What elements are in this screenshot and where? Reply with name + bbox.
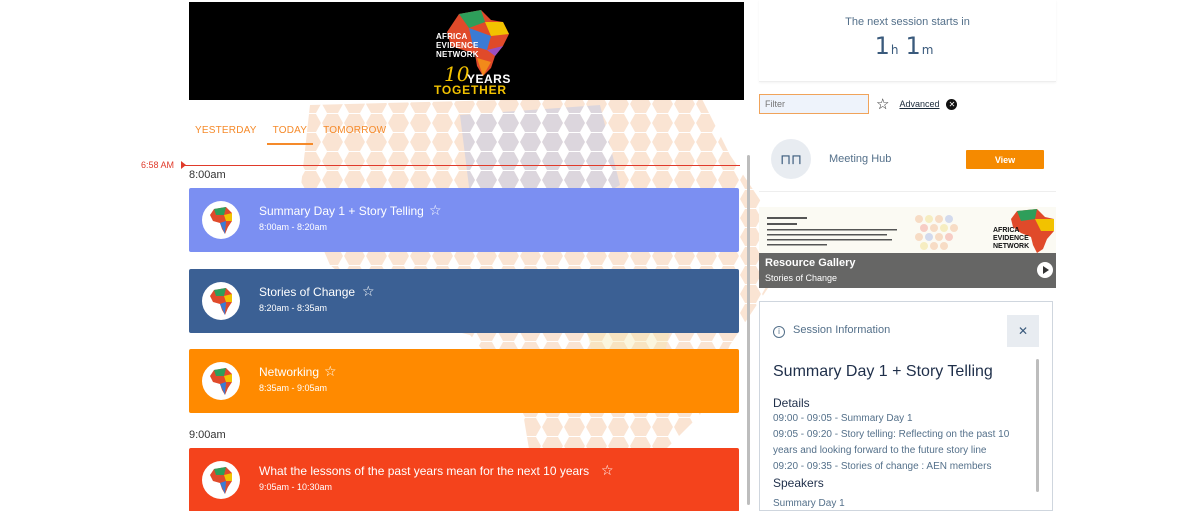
- session-title[interactable]: Summary Day 1 + Story Telling: [259, 204, 424, 218]
- day-tabs: YESTERDAY TODAY TOMORROW: [189, 122, 396, 145]
- logo-line: EVIDENCE: [436, 41, 479, 50]
- favorite-star-icon[interactable]: ☆: [324, 363, 337, 380]
- session-avatar: [202, 461, 240, 499]
- meeting-hub-view-button[interactable]: View: [966, 150, 1044, 169]
- gallery-logo-text: AFRICA EVIDENCE NETWORK: [993, 227, 1029, 251]
- gallery-logo-line: AFRICA: [993, 227, 1020, 234]
- session-avatar: [202, 362, 240, 400]
- favorite-star-icon[interactable]: ☆: [362, 283, 375, 300]
- favorite-star-icon[interactable]: ☆: [601, 462, 614, 479]
- session-info-title: Summary Day 1 + Story Telling: [773, 363, 993, 380]
- clear-filter-close-icon[interactable]: ✕: [946, 98, 958, 110]
- tab-tomorrow[interactable]: TOMORROW: [317, 122, 392, 145]
- advanced-filter-link[interactable]: Advanced: [899, 99, 939, 109]
- session-time: 8:35am - 9:05am: [259, 383, 328, 393]
- gallery-title: Resource Gallery: [765, 257, 856, 269]
- favorites-filter-star-icon[interactable]: ☆: [876, 95, 889, 113]
- logo-line: AFRICA: [436, 32, 468, 41]
- detail-line: 09:00 - 09:05 - Summary Day 1: [773, 413, 913, 424]
- play-icon[interactable]: [1037, 262, 1053, 278]
- tab-today[interactable]: TODAY: [266, 122, 314, 145]
- gallery-logo-line: NETWORK: [993, 243, 1030, 250]
- session-card[interactable]: Networking ☆ 8:35am - 9:05am: [189, 349, 739, 413]
- detail-line: 09:05 - 09:20 - Story telling: Reflectin…: [773, 429, 1010, 440]
- gallery-subtitle: Stories of Change: [765, 273, 838, 283]
- meeting-hub-icon: ⊓⊓: [771, 139, 811, 179]
- session-title[interactable]: Networking: [259, 365, 319, 379]
- countdown-label: The next session starts in: [845, 16, 970, 28]
- detail-line: 09:20 - 09:35 - Stories of change : AEN …: [773, 461, 992, 472]
- session-card[interactable]: What the lessons of the past years mean …: [189, 448, 739, 511]
- resource-gallery-card[interactable]: AFRICA EVIDENCE NETWORK Resource Gallery…: [759, 207, 1056, 288]
- session-avatar: [202, 201, 240, 239]
- session-time: 8:20am - 8:35am: [259, 303, 328, 313]
- gallery-logo-line: EVIDENCE: [993, 235, 1029, 242]
- session-info-header: i Session Information: [773, 324, 890, 338]
- filter-input[interactable]: [759, 94, 869, 114]
- session-title[interactable]: What the lessons of the past years mean …: [259, 464, 589, 478]
- filter-row: ☆ Advanced ✕: [759, 94, 958, 114]
- tab-yesterday[interactable]: YESTERDAY: [189, 122, 263, 145]
- session-avatar: [202, 282, 240, 320]
- details-heading: Details: [773, 396, 810, 410]
- logo-text: AFRICA EVIDENCE NETWORK: [436, 32, 479, 59]
- session-information-panel: i Session Information ✕ Summary Day 1 + S…: [759, 301, 1053, 511]
- session-time: 9:05am - 10:30am: [259, 482, 333, 492]
- session-info-scrollbar[interactable]: [1036, 359, 1039, 492]
- meeting-hub-panel: ⊓⊓ Meeting Hub View: [759, 132, 1056, 192]
- next-session-countdown: The next session starts in 1h 1m: [759, 0, 1056, 82]
- countdown-minutes-unit: m: [921, 43, 935, 57]
- session-card[interactable]: Stories of Change ☆ 8:20am - 8:35am: [189, 269, 739, 333]
- logo-line: NETWORK: [436, 50, 479, 59]
- time-label: 9:00am: [189, 429, 226, 441]
- close-icon[interactable]: ✕: [1007, 315, 1039, 347]
- session-title[interactable]: Stories of Change: [259, 285, 355, 299]
- countdown-minutes: 1: [905, 32, 922, 60]
- session-time: 8:00am - 8:20am: [259, 222, 328, 232]
- schedule-scrollbar[interactable]: [747, 155, 750, 505]
- speakers-heading: Speakers: [773, 476, 824, 490]
- speaker-item: Summary Day 1: [773, 498, 845, 509]
- time-label: 8:00am: [189, 169, 226, 181]
- detail-line: years and looking forward to the future …: [773, 445, 987, 456]
- logo-together: TOGETHER: [434, 83, 507, 97]
- info-icon: i: [773, 326, 785, 338]
- meeting-hub-label: Meeting Hub: [829, 153, 892, 165]
- countdown-value: 1h 1m: [759, 32, 1056, 60]
- session-card[interactable]: Summary Day 1 + Story Telling ☆ 8:00am -…: [189, 188, 739, 252]
- event-banner: AFRICA EVIDENCE NETWORK 10 YEARS TOGETHE…: [189, 2, 744, 100]
- favorite-star-icon[interactable]: ☆: [429, 202, 442, 219]
- countdown-hours: 1: [874, 32, 891, 60]
- session-info-header-label: Session Information: [793, 324, 891, 336]
- current-time-line: [184, 165, 740, 166]
- countdown-hours-unit: h: [890, 43, 900, 57]
- current-time-label: 6:58 AM: [141, 160, 175, 170]
